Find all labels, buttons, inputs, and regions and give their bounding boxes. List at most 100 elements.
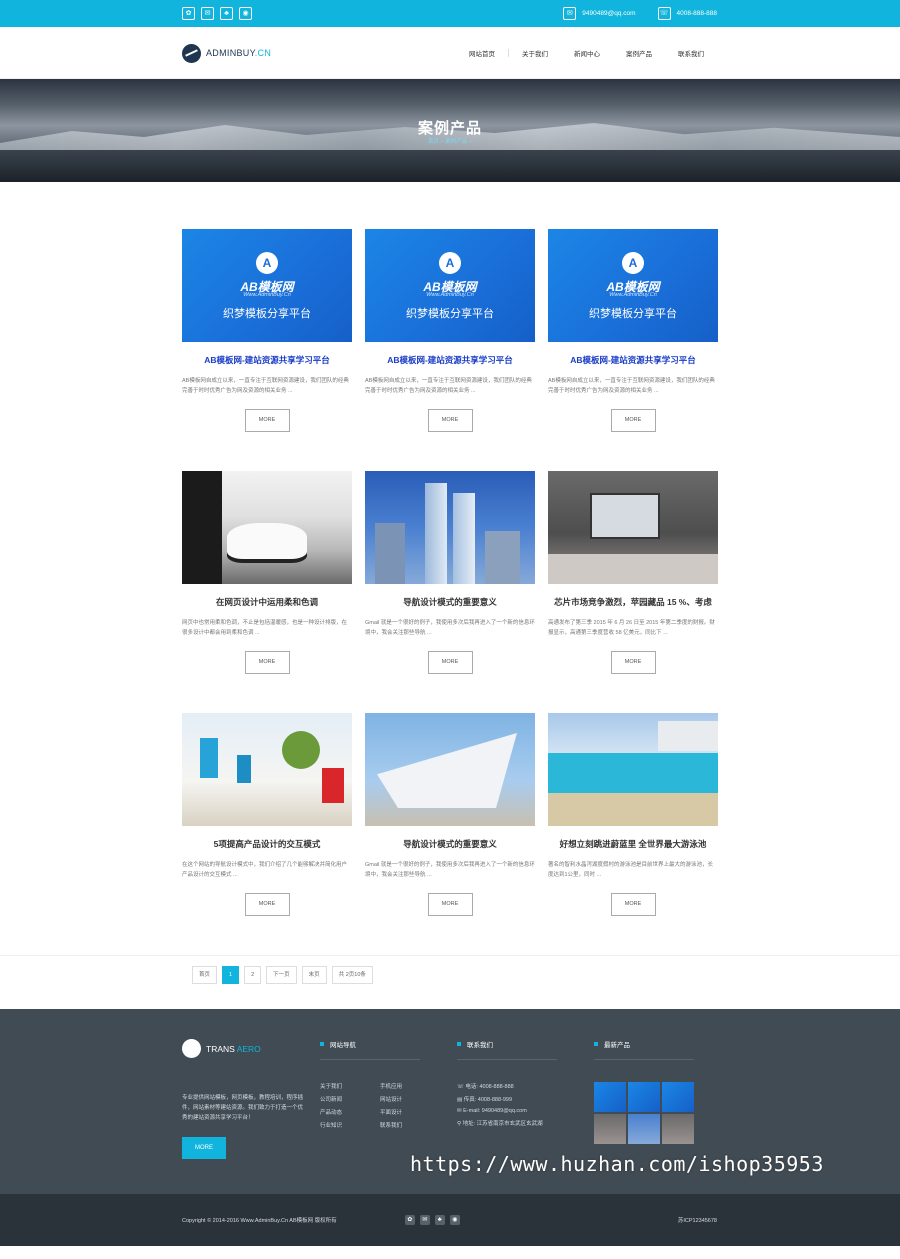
product-grid: A AB模板网 Www.AdminBuy.Cn 织梦模板分享平台 AB模板网-建… bbox=[182, 229, 718, 955]
site-logo[interactable]: ADMINBUY.CN bbox=[182, 43, 272, 63]
product-desc: AB模板网自成立以来，一直专注于互联网资源建设，我们团队的经典完善于时时优秀广告… bbox=[182, 378, 349, 394]
footer-products-title: 最新产品 bbox=[604, 1042, 630, 1049]
page-last[interactable]: 末页 bbox=[301, 966, 327, 984]
footer-phone: 电话: 4008-888-888 bbox=[465, 1084, 514, 1090]
qq-icon[interactable]: ♣ bbox=[220, 7, 233, 20]
page-1[interactable]: 1 bbox=[222, 966, 240, 984]
page-title: 案例产品 bbox=[417, 120, 482, 137]
zone-icon[interactable]: ◉ bbox=[239, 7, 252, 20]
thumb-url: Www.AdminBuy.Cn bbox=[426, 292, 474, 298]
footer-product-thumb[interactable] bbox=[662, 1114, 694, 1144]
footer-logo-main: TRANS bbox=[206, 1043, 235, 1054]
footer-product-thumb[interactable] bbox=[662, 1082, 694, 1112]
footer-link[interactable]: 平面设计 bbox=[380, 1108, 440, 1116]
product-card: 导航设计模式的重要意义 Gmail 就是一个很好的例子，我使用多次后我再进入了一… bbox=[365, 471, 535, 713]
footer-products: 最新产品 bbox=[594, 1039, 694, 1144]
social-links: ✿ ✉ ♣ ◉ bbox=[182, 7, 252, 20]
nav-contact[interactable]: 联系我们 bbox=[665, 48, 717, 58]
nav-home[interactable]: 网站首页 bbox=[456, 48, 508, 58]
page-2[interactable]: 2 bbox=[244, 966, 262, 984]
footer-link[interactable]: 网站设计 bbox=[380, 1095, 440, 1103]
footer-nav-title: 网站导航 bbox=[330, 1042, 356, 1049]
copyright: Copyright © 2014-2016 Www.AdminBuy.Cn AB… bbox=[182, 1218, 337, 1224]
product-title[interactable]: AB模板网-建站资源共享学习平台 bbox=[182, 354, 352, 366]
footer-product-thumb[interactable] bbox=[628, 1082, 660, 1112]
breadcrumb[interactable]: 首页 > 案例产品 > bbox=[0, 137, 900, 145]
footer-link[interactable]: 关于我们 bbox=[320, 1082, 380, 1090]
top-bar: ✿ ✉ ♣ ◉ ✉ 9490489@qq.com ☏ 4008-888-888 bbox=[0, 0, 900, 27]
product-title[interactable]: 导航设计模式的重要意义 bbox=[365, 596, 535, 608]
weibo-icon[interactable]: ✿ bbox=[404, 1215, 415, 1225]
logo-suffix: .CN bbox=[254, 48, 272, 58]
product-title[interactable]: 芯片市场竞争激烈，苹园藏品 15 %、考虑 bbox=[548, 596, 718, 608]
fax-icon: ▤ bbox=[457, 1097, 464, 1103]
product-thumbnail[interactable] bbox=[182, 471, 352, 584]
footer-logo[interactable]: TRANS AERO bbox=[182, 1039, 307, 1058]
nav-about[interactable]: 关于我们 bbox=[509, 48, 561, 58]
product-desc: AB模板网自成立以来，一直专注于互联网资源建设，我们团队的经典完善于时时优秀广告… bbox=[548, 378, 715, 394]
more-button[interactable]: MORE bbox=[610, 409, 656, 432]
top-email[interactable]: 9490489@qq.com bbox=[582, 10, 635, 17]
nav-news[interactable]: 新闻中心 bbox=[561, 48, 613, 58]
product-desc: 网页中也常用柔和色调，不止是包括温暖感，也是一种设计排版，在很多设计中都会用到柔… bbox=[182, 620, 348, 636]
product-thumbnail[interactable]: A AB模板网 Www.AdminBuy.Cn 织梦模板分享平台 bbox=[548, 229, 718, 342]
footer-fax: 传真: 4008-888-999 bbox=[463, 1097, 513, 1103]
product-thumbnail[interactable]: A AB模板网 Www.AdminBuy.Cn 织梦模板分享平台 bbox=[182, 229, 352, 342]
product-title[interactable]: 在网页设计中运用柔和色调 bbox=[182, 596, 352, 608]
globe-icon bbox=[182, 43, 201, 63]
footer-email[interactable]: E-mail: 9490489@qq.com bbox=[463, 1108, 527, 1114]
product-thumbnail[interactable] bbox=[548, 471, 718, 584]
more-button[interactable]: MORE bbox=[244, 651, 290, 674]
thumb-slogan: 织梦模板分享平台 bbox=[589, 308, 677, 320]
product-title[interactable]: AB模板网-建站资源共享学习平台 bbox=[548, 354, 718, 366]
page-next[interactable]: 下一页 bbox=[266, 966, 297, 984]
footer-product-thumb[interactable] bbox=[628, 1114, 660, 1144]
ab-logo-icon: A bbox=[622, 252, 644, 274]
zone-icon[interactable]: ◉ bbox=[449, 1215, 460, 1225]
more-button[interactable]: MORE bbox=[244, 409, 290, 432]
footer-more-button[interactable]: MORE bbox=[182, 1137, 226, 1159]
footer-link[interactable]: 手机应用 bbox=[380, 1082, 440, 1090]
product-thumbnail[interactable] bbox=[365, 713, 535, 826]
footer-product-thumb[interactable] bbox=[594, 1114, 626, 1144]
more-button[interactable]: MORE bbox=[427, 409, 473, 432]
more-button[interactable]: MORE bbox=[610, 651, 656, 674]
qq-icon[interactable]: ♣ bbox=[434, 1215, 445, 1225]
thumb-url: Www.AdminBuy.Cn bbox=[243, 292, 291, 298]
product-thumbnail[interactable]: A AB模板网 Www.AdminBuy.Cn 织梦模板分享平台 bbox=[365, 229, 535, 342]
footer-contact-title: 联系我们 bbox=[467, 1042, 493, 1049]
ab-logo-icon: A bbox=[439, 252, 461, 274]
more-button[interactable]: MORE bbox=[427, 893, 473, 916]
thumb-slogan: 织梦模板分享平台 bbox=[406, 308, 494, 320]
product-title[interactable]: 好想立刻跳进蔚蓝里 全世界最大游泳池 bbox=[548, 838, 718, 850]
nav-products[interactable]: 案例产品 bbox=[613, 48, 665, 58]
page-total: 共 2页10条 bbox=[331, 966, 373, 984]
product-title[interactable]: 导航设计模式的重要意义 bbox=[365, 838, 535, 850]
pagination-bar: 首页 1 2 下一页 末页 共 2页10条 bbox=[0, 955, 900, 1009]
page-first[interactable]: 首页 bbox=[192, 966, 218, 984]
pagination: 首页 1 2 下一页 末页 共 2页10条 bbox=[192, 956, 900, 984]
product-thumbnail[interactable] bbox=[548, 713, 718, 826]
more-button[interactable]: MORE bbox=[427, 651, 473, 674]
weibo-icon[interactable]: ✿ bbox=[182, 7, 195, 20]
product-title[interactable]: AB模板网-建站资源共享学习平台 bbox=[365, 354, 535, 366]
wechat-icon[interactable]: ✉ bbox=[419, 1215, 430, 1225]
footer-link[interactable]: 联系我们 bbox=[380, 1121, 440, 1129]
thumb-slogan: 织梦模板分享平台 bbox=[223, 308, 311, 320]
product-thumbnail[interactable] bbox=[182, 713, 352, 826]
footer-product-thumb[interactable] bbox=[594, 1082, 626, 1112]
product-desc: 高通发布了第三季 2015 年 6 月 26 日至 2015 年第二季度的财报。… bbox=[548, 620, 715, 636]
footer-link[interactable]: 产品动态 bbox=[320, 1108, 380, 1116]
more-button[interactable]: MORE bbox=[244, 893, 290, 916]
footer-link[interactable]: 公司新闻 bbox=[320, 1095, 380, 1103]
product-desc: Gmail 就是一个很好的例子，我使用多次后我再进入了一个新的信息环境中，我会关… bbox=[365, 862, 535, 878]
more-button[interactable]: MORE bbox=[610, 893, 656, 916]
site-header: ADMINBUY.CN 网站首页 关于我们 新闻中心 案例产品 联系我们 bbox=[0, 27, 900, 79]
product-thumbnail[interactable] bbox=[365, 471, 535, 584]
main-nav: 网站首页 关于我们 新闻中心 案例产品 联系我们 bbox=[456, 48, 717, 58]
footer-link[interactable]: 行业知识 bbox=[320, 1121, 380, 1129]
product-desc: 著名的智利水晶泻湖度假村的游泳池是目前世界上最大的游泳池，长度达到1公里，同时 … bbox=[548, 862, 714, 878]
footer-about: TRANS AERO 专业提供网站模板，网页模板，教程培训，程序插件，网站素材等… bbox=[182, 1039, 307, 1159]
product-title[interactable]: 5项提高产品设计的交互模式 bbox=[182, 838, 352, 850]
wechat-icon[interactable]: ✉ bbox=[201, 7, 214, 20]
